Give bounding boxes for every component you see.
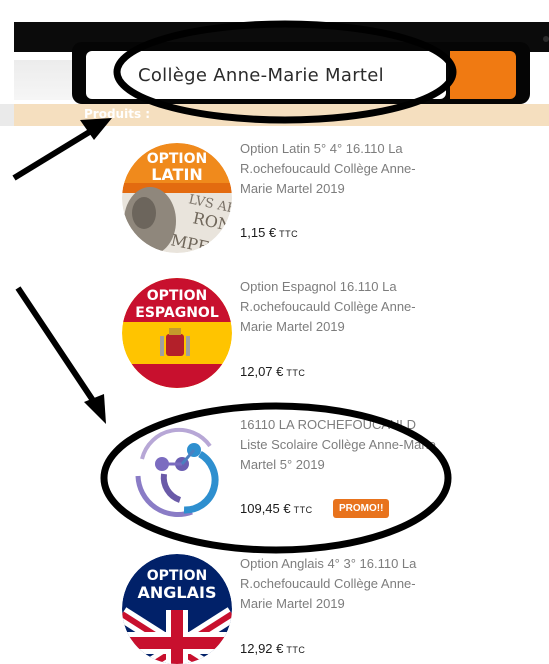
product-title[interactable]: Option Anglais 4° 3° 16.110 La R.ochefou… — [240, 554, 440, 614]
product-thumbnail[interactable]: LVS AEM RONY MPE OPTION LATIN — [122, 143, 232, 253]
results-label: Produits : — [84, 107, 151, 121]
product-thumbnail[interactable] — [122, 414, 232, 524]
latin-badge-icon: LVS AEM RONY MPE OPTION LATIN — [122, 143, 232, 253]
spanish-flag-badge-icon: OPTION ESPAGNOL — [122, 278, 232, 388]
menu-dot-icon[interactable] — [543, 36, 549, 42]
product-price: 12,92 € TTC — [240, 641, 305, 656]
subbar-left — [0, 104, 14, 126]
price-tax-label: TTC — [293, 505, 313, 515]
svg-text:OPTION: OPTION — [147, 288, 208, 304]
svg-text:ANGLAIS: ANGLAIS — [138, 583, 217, 602]
price-value: 12,07 € — [240, 364, 284, 379]
arrow-head-icon — [84, 394, 106, 424]
product-price: 1,15 € TTC — [240, 225, 298, 240]
price-tax-label: TTC — [279, 229, 299, 239]
product-thumbnail[interactable]: OPTION ESPAGNOL — [122, 278, 232, 388]
product-thumbnail[interactable]: OPTION ANGLAIS — [122, 554, 232, 664]
search-input[interactable] — [86, 51, 446, 99]
product-title[interactable]: Option Espagnol 16.110 La R.ochefoucauld… — [240, 277, 440, 337]
product-title[interactable]: 16110 LA ROCHEFOUCAULD Liste Scolaire Co… — [240, 415, 440, 475]
svg-text:ESPAGNOL: ESPAGNOL — [135, 305, 219, 321]
product-title[interactable]: Option Latin 5° 4° 16.110 La R.ochefouca… — [240, 139, 440, 199]
price-value: 1,15 € — [240, 225, 277, 240]
price-tax-label: TTC — [286, 645, 306, 655]
arrow-line — [15, 286, 101, 410]
svg-text:LATIN: LATIN — [151, 165, 203, 184]
price-value: 12,92 € — [240, 641, 284, 656]
search-button[interactable] — [450, 51, 516, 99]
price-value: 109,45 € — [240, 501, 291, 516]
product-price: 109,45 € TTC — [240, 501, 313, 516]
svg-text:OPTION: OPTION — [147, 568, 208, 584]
product-price: 12,07 € TTC — [240, 364, 305, 379]
price-tax-label: TTC — [286, 368, 306, 378]
promo-badge: PROMO!! — [333, 499, 390, 518]
uk-flag-badge-icon: OPTION ANGLAIS — [122, 554, 232, 664]
logo-area — [14, 60, 72, 100]
school-list-logo-icon — [125, 417, 229, 521]
arrow-line — [12, 125, 98, 181]
